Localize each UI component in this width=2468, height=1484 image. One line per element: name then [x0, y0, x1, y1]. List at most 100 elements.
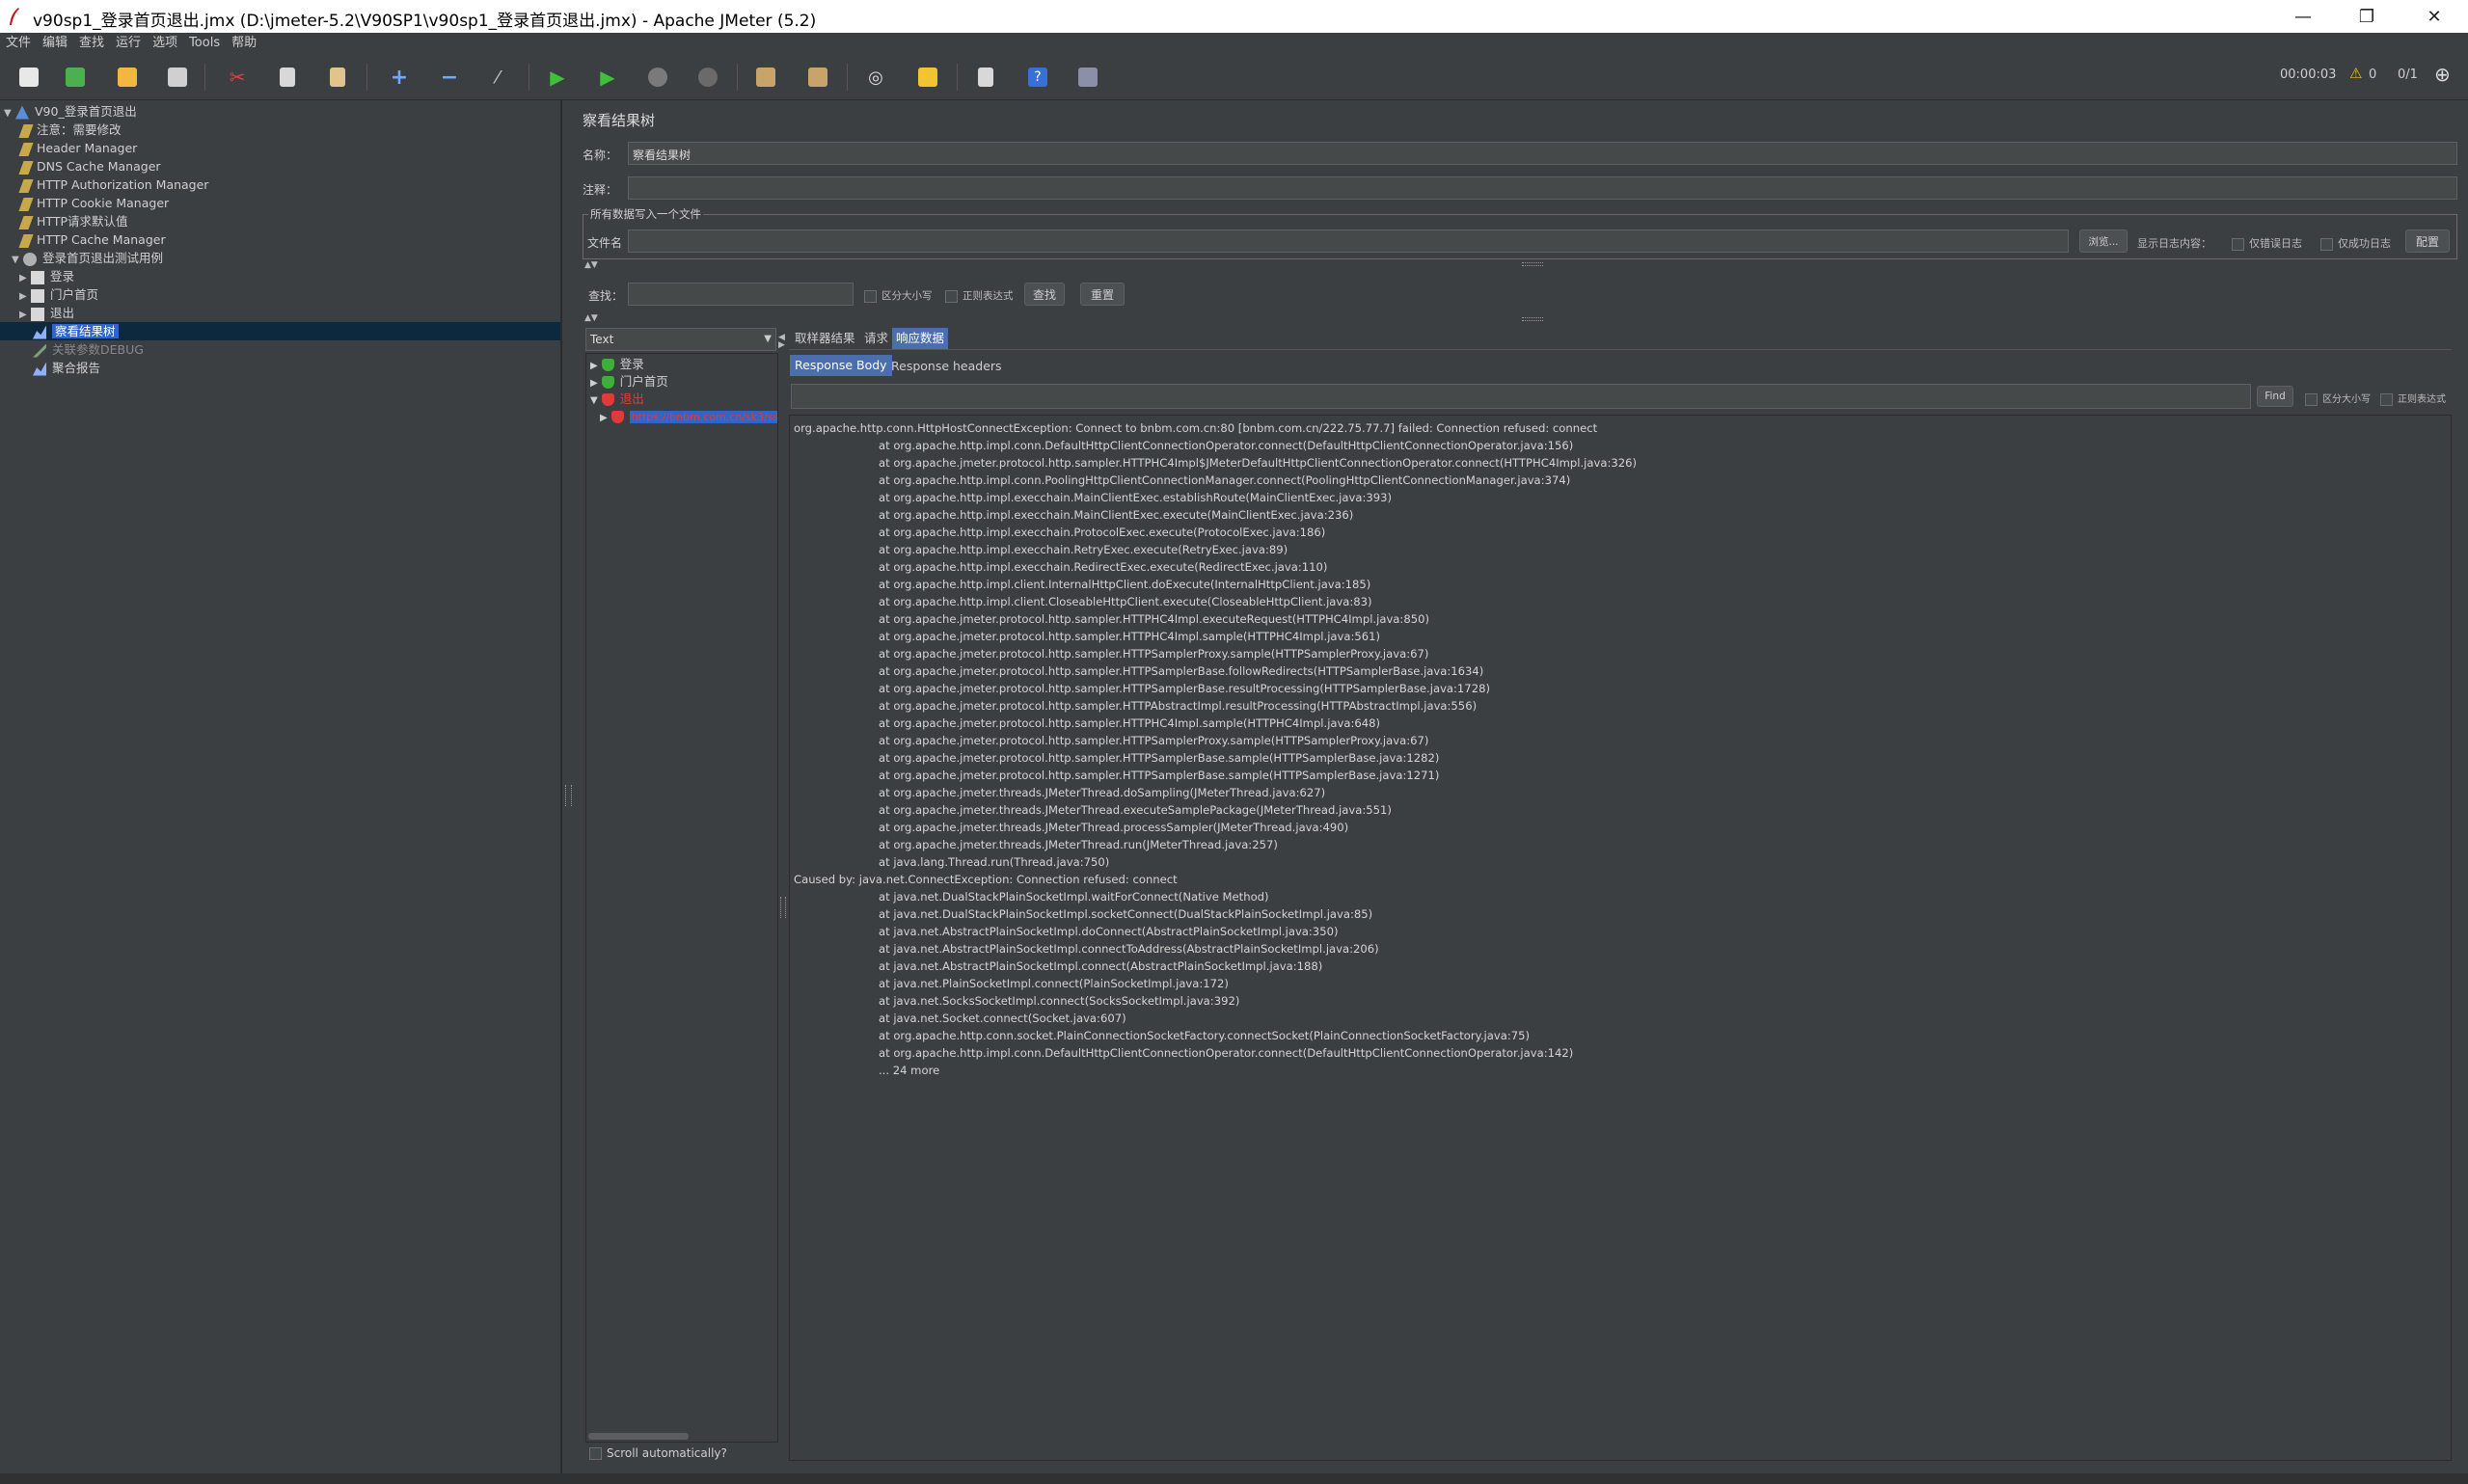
response-regex-checkbox[interactable]: [2380, 392, 2393, 406]
chevron-down-icon[interactable]: ▼: [764, 334, 772, 344]
clear-button[interactable]: [748, 62, 783, 93]
tree-item-note[interactable]: 注意：需要修改: [18, 121, 122, 139]
shutdown-button[interactable]: [691, 62, 725, 93]
results-splitter[interactable]: ◀ ▶: [778, 328, 788, 1461]
menu-edit[interactable]: 编辑: [37, 33, 73, 54]
copy-button[interactable]: [270, 62, 305, 93]
tab-response-headers[interactable]: Response headers: [887, 356, 1006, 377]
case-sensitive-option[interactable]: 区分大小写: [864, 288, 933, 303]
scroll-automatically-option[interactable]: Scroll automatically?: [589, 1446, 727, 1460]
tree-item-http-request-defaults[interactable]: HTTP请求默认值: [18, 212, 128, 230]
file-group-label: 所有数据写入一个文件: [588, 206, 703, 222]
paste-button[interactable]: [320, 62, 355, 93]
regex-checkbox[interactable]: [945, 289, 958, 303]
tree-item-dns-cache-manager[interactable]: DNS Cache Manager: [18, 157, 161, 175]
chevron-down-icon[interactable]: ▼: [590, 395, 598, 406]
globe-icon[interactable]: ⊕: [2434, 63, 2451, 86]
configure-button[interactable]: 配置: [2405, 229, 2450, 253]
chevron-down-icon[interactable]: ▼: [4, 104, 15, 122]
templates-button[interactable]: [58, 62, 93, 93]
response-line: org.apache.http.conn.HttpHostConnectExce…: [794, 421, 1598, 435]
collapse-arrows-icon[interactable]: ◀ ▶: [778, 334, 785, 350]
menu-search[interactable]: 查找: [73, 33, 110, 54]
tree-item-view-results-tree[interactable]: 察看结果树: [0, 322, 560, 340]
splitter-grip-icon[interactable]: [1522, 317, 1543, 321]
response-find-button[interactable]: Find: [2257, 386, 2293, 407]
errors-only-option[interactable]: 仅错误日志: [2232, 235, 2302, 251]
browse-button[interactable]: 浏览...: [2079, 229, 2128, 253]
renderer-select[interactable]: Text ▼: [585, 328, 776, 351]
find-button[interactable]: 查找: [1024, 283, 1065, 306]
main-splitter[interactable]: [561, 100, 574, 1473]
close-window-button[interactable]: ✕: [2402, 0, 2466, 33]
cut-button[interactable]: ✂: [220, 62, 255, 93]
remote-button[interactable]: [1071, 62, 1105, 93]
chevron-right-icon[interactable]: ▶: [590, 378, 598, 389]
tree-item-http-cache-manager[interactable]: HTTP Cache Manager: [18, 230, 166, 249]
success-only-checkbox[interactable]: [2320, 237, 2333, 251]
response-case-checkbox[interactable]: [2305, 392, 2318, 406]
tab-response-body[interactable]: Response Body: [790, 355, 892, 376]
splitter-grip-icon[interactable]: [1522, 262, 1543, 266]
reset-button[interactable]: 重置: [1080, 283, 1125, 306]
sample-row-login[interactable]: ▶ 登录: [590, 356, 644, 373]
success-only-option[interactable]: 仅成功日志: [2320, 235, 2391, 251]
tree-item-header-manager[interactable]: Header Manager: [18, 139, 137, 157]
tab-sampler-result[interactable]: 取样器结果: [791, 328, 859, 349]
response-find-input[interactable]: [791, 384, 2251, 409]
collapse-arrows-icon[interactable]: ▲▼: [584, 313, 598, 323]
regex-option[interactable]: 正则表达式: [945, 288, 1014, 303]
menu-help[interactable]: 帮助: [226, 33, 262, 54]
collapse-all-button[interactable]: −: [432, 62, 467, 93]
tree-item-http-cookie-manager[interactable]: HTTP Cookie Manager: [18, 194, 169, 212]
scroll-automatically-checkbox[interactable]: [589, 1447, 602, 1460]
search-button[interactable]: ◎: [858, 62, 893, 93]
tree-item-http-authorization-manager[interactable]: HTTP Authorization Manager: [18, 175, 208, 194]
tree-item-logout[interactable]: ▶ 退出: [19, 304, 74, 322]
name-field[interactable]: 察看结果树: [628, 142, 2457, 165]
tab-request[interactable]: 请求: [860, 328, 892, 349]
new-button[interactable]: [12, 62, 46, 93]
collapse-arrows-icon[interactable]: ▲▼: [584, 260, 598, 270]
case-sensitive-checkbox[interactable]: [864, 289, 877, 303]
tree-item-debug-disabled[interactable]: 关联参数DEBUG: [33, 340, 144, 359]
menu-options[interactable]: 选项: [147, 33, 183, 54]
tree-item-testplan[interactable]: ▼ V90_登录首页退出: [4, 102, 137, 121]
menu-file[interactable]: 文件: [0, 33, 37, 54]
response-line: at java.net.SocksSocketImpl.connect(Sock…: [879, 994, 1240, 1008]
tab-response-data[interactable]: 响应数据: [892, 328, 949, 349]
chevron-right-icon[interactable]: ▶: [590, 361, 598, 371]
start-no-pauses-button[interactable]: ▶: [590, 62, 625, 93]
clear-all-button[interactable]: [800, 62, 835, 93]
expand-all-button[interactable]: +: [382, 62, 417, 93]
sample-row-redirect-url[interactable]: ▶ https://bnbm.com.cn/sk3/sso: [600, 408, 777, 425]
open-button[interactable]: [110, 62, 145, 93]
reset-search-button[interactable]: [910, 62, 945, 93]
sample-row-logout[interactable]: ▼ 退出: [590, 391, 644, 408]
horizontal-scrollbar[interactable]: [588, 1433, 689, 1440]
sample-row-portal-home[interactable]: ▶ 门户首页: [590, 373, 668, 391]
function-helper-button[interactable]: [968, 62, 1003, 93]
tree-item-portal-home[interactable]: ▶ 门户首页: [19, 285, 98, 304]
response-case-option[interactable]: 区分大小写: [2305, 391, 2371, 406]
warning-icon[interactable]: ⚠: [2349, 65, 2362, 82]
search-input[interactable]: [628, 283, 854, 306]
response-regex-option[interactable]: 正则表达式: [2380, 391, 2446, 406]
tree-item-aggregate-report[interactable]: 聚合报告: [33, 359, 100, 377]
filename-field[interactable]: [628, 229, 2069, 253]
start-button[interactable]: ▶: [540, 62, 575, 93]
save-button[interactable]: [160, 62, 195, 93]
maximize-button[interactable]: ❐: [2335, 0, 2399, 33]
help-button[interactable]: ?: [1020, 62, 1055, 93]
minimize-button[interactable]: —: [2271, 0, 2335, 33]
comment-field[interactable]: [628, 176, 2457, 200]
response-body-text[interactable]: org.apache.http.conn.HttpHostConnectExce…: [789, 415, 2452, 1461]
errors-only-checkbox[interactable]: [2232, 237, 2244, 251]
tree-item-login[interactable]: ▶ 登录: [19, 267, 74, 285]
toggle-button[interactable]: ⁄: [480, 62, 515, 93]
stop-button[interactable]: [640, 62, 675, 93]
menu-run[interactable]: 运行: [110, 33, 147, 54]
menu-tools[interactable]: Tools: [183, 33, 226, 54]
tree-item-thread-group[interactable]: ▼ 登录首页退出测试用例: [12, 249, 163, 267]
chevron-right-icon[interactable]: ▶: [600, 413, 608, 423]
